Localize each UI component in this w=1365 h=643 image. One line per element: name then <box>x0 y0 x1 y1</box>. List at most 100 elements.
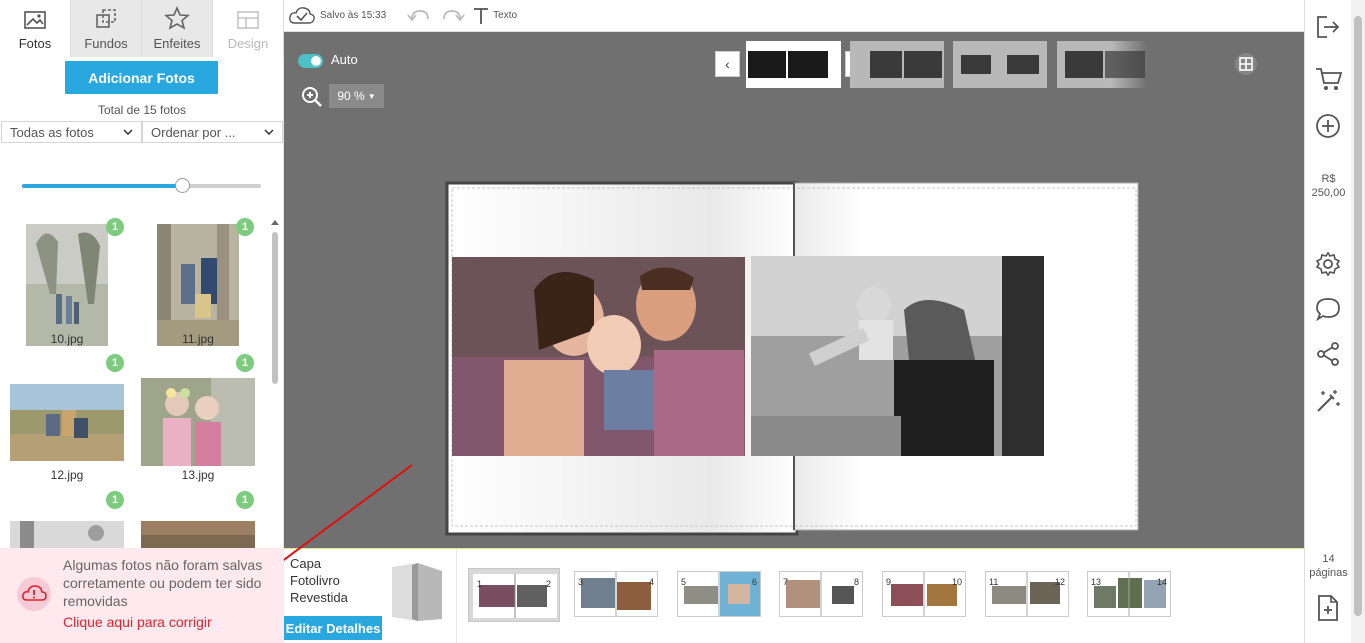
layout-prev-button[interactable]: ‹ <box>715 51 740 77</box>
layout-option-1[interactable] <box>746 41 841 88</box>
photo-filename: 12.jpg <box>50 468 84 482</box>
photo-item[interactable]: 12.jpg <box>10 384 124 494</box>
page-number: 4 <box>648 577 654 587</box>
sort-select[interactable]: Ordenar por ... <box>142 121 283 143</box>
share-icon[interactable] <box>1315 341 1341 367</box>
spread-thumb[interactable]: 13 14 <box>1087 571 1171 617</box>
tab-label: Design <box>227 36 269 51</box>
magic-wand-icon[interactable] <box>1315 388 1341 414</box>
layout-option-3[interactable] <box>953 41 1047 88</box>
page-number: 5 <box>681 577 687 587</box>
tab-fundos[interactable]: Fundos <box>71 0 142 57</box>
zoom-in-icon[interactable] <box>301 86 323 108</box>
page-number: 11 <box>989 577 999 587</box>
page-number: 12 <box>1054 577 1065 587</box>
zoom-value: 90 % <box>337 89 365 103</box>
panel-tabs: Fotos Fundos Enfeites Design <box>0 0 284 57</box>
text-tool-label: Texto <box>493 10 518 21</box>
filters: Todas as fotos Ordenar por ... <box>1 121 283 143</box>
filter-select[interactable]: Todas as fotos <box>1 121 142 143</box>
cart-icon[interactable] <box>1315 66 1343 92</box>
error-notification: Algumas fotos não foram salvas corretame… <box>0 548 284 643</box>
saved-text: Salvo às 15:33 <box>320 10 387 21</box>
add-photos-button[interactable]: Adicionar Fotos <box>65 61 218 94</box>
add-circle-icon[interactable] <box>1315 113 1341 139</box>
tab-label: Enfeites <box>153 36 201 51</box>
slider-fill <box>22 184 183 188</box>
scroll-up-arrow-icon[interactable] <box>271 220 279 225</box>
spread-thumb[interactable]: 11 12 <box>985 571 1069 617</box>
page-count-number: 14 <box>1322 553 1335 565</box>
star-icon <box>164 6 190 30</box>
layout-option-4[interactable] <box>1057 41 1147 88</box>
layout-preview <box>961 55 1039 74</box>
photo-thumbnail <box>10 384 124 461</box>
chevron-down-icon <box>123 129 133 135</box>
add-page-icon[interactable] <box>1315 594 1341 622</box>
page-scrollbar[interactable] <box>1351 0 1365 643</box>
spread-thumb[interactable]: 1 2 <box>468 568 560 622</box>
cloud-alert-icon <box>17 577 51 611</box>
photo-item[interactable] <box>10 521 124 548</box>
tab-design[interactable]: Design <box>213 0 284 57</box>
tab-label: Fotos <box>18 36 52 51</box>
thumbnail-size-slider[interactable] <box>22 178 261 193</box>
spread-preview <box>581 572 651 616</box>
layout-preview <box>870 51 942 78</box>
layout-preview <box>1065 51 1145 78</box>
page-number: 3 <box>578 577 584 587</box>
spread-thumb[interactable]: 9 10 <box>882 571 966 617</box>
photobook-spread[interactable] <box>444 180 1144 540</box>
price: R$ 250,00 <box>1305 172 1352 200</box>
chevron-down-icon <box>264 129 274 135</box>
photo-item[interactable]: 10.jpg <box>26 224 108 358</box>
auto-toggle[interactable] <box>298 54 323 68</box>
photo-usage-badge: 1 <box>106 354 124 372</box>
editor-canvas: Auto 90 % ▼ ‹ › <box>284 32 1304 548</box>
page-count-label: páginas <box>1309 567 1348 579</box>
right-sidebar: R$ 250,00 14 páginas <box>1304 0 1351 643</box>
page-number: 2 <box>545 579 551 589</box>
photo-thumbnail <box>26 224 108 346</box>
spread-thumb[interactable]: 3 4 <box>574 571 658 617</box>
cloud-check-icon <box>289 6 315 24</box>
chat-icon[interactable] <box>1315 296 1341 322</box>
toggle-knob <box>311 56 321 66</box>
save-status: Salvo às 15:33 <box>288 6 386 26</box>
photo-usage-badge: 1 <box>236 218 254 236</box>
layout-preview <box>748 51 828 78</box>
photo-filename: 11.jpg <box>182 332 214 346</box>
page-number: 8 <box>853 577 859 587</box>
photo-thumbnail <box>141 378 255 466</box>
text-tool-button[interactable]: Texto <box>472 7 517 25</box>
page-scrollbar-thumb[interactable] <box>1354 16 1362 616</box>
photobook-editor: Fotos Fundos Enfeites Design Adicionar F… <box>0 0 1365 643</box>
scrollbar-thumb[interactable] <box>272 232 278 384</box>
page-count: 14 páginas <box>1305 552 1352 580</box>
crop-icon <box>96 9 116 28</box>
redo-icon[interactable] <box>440 7 466 25</box>
tab-fotos[interactable]: Fotos <box>0 0 71 57</box>
gear-icon[interactable] <box>1315 251 1341 277</box>
page-number: 13 <box>1091 577 1102 587</box>
page-number: 9 <box>886 577 892 587</box>
zoom-select[interactable]: 90 % ▼ <box>329 84 384 108</box>
slider-handle[interactable] <box>175 178 191 193</box>
tab-enfeites[interactable]: Enfeites <box>142 0 213 57</box>
undo-icon[interactable] <box>406 7 432 25</box>
layout-icon <box>237 11 259 29</box>
page-number: 6 <box>751 577 757 587</box>
spread-thumb[interactable]: 7 8 <box>779 571 863 617</box>
page-strip: Capa Fotolivro Revestida Editar Detalhes… <box>200 464 1304 643</box>
layout-option-2[interactable] <box>850 41 944 88</box>
grid-view-icon[interactable] <box>1234 52 1258 76</box>
photo-item[interactable]: 11.jpg <box>157 224 239 358</box>
spread-preview <box>786 572 854 616</box>
spread-thumb[interactable]: 5 6 <box>677 571 761 617</box>
text-icon <box>474 7 489 24</box>
image-icon <box>24 11 46 29</box>
price-currency: R$ <box>1321 173 1336 185</box>
exit-icon[interactable] <box>1315 14 1341 40</box>
photo-filename: 10.jpg <box>50 332 84 346</box>
fix-link[interactable]: Clique aqui para corrigir <box>63 614 212 630</box>
